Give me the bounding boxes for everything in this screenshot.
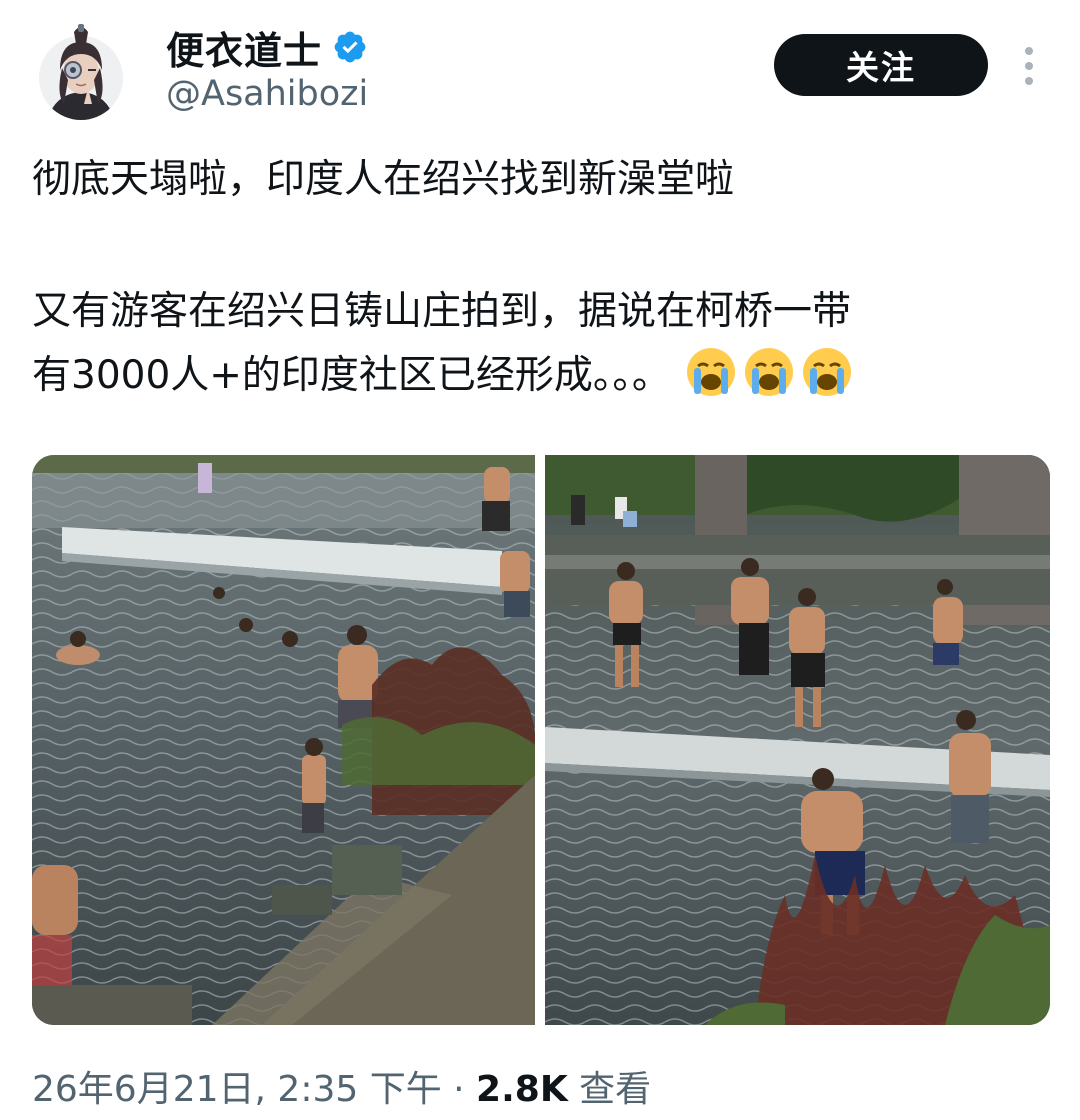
author-handle[interactable]: @Asahibozi [166, 74, 368, 114]
author-name-row[interactable]: 便衣道士 [166, 24, 368, 73]
river-swimmers-photo [32, 455, 535, 1025]
display-name[interactable]: 便衣道士 [166, 20, 322, 75]
meta-separator: · [441, 1069, 477, 1110]
post-text-span: 有3000人+的印度社区已经形成。。。 [32, 353, 671, 398]
more-dots-icon [1025, 47, 1033, 85]
loudly-crying-face-icon [802, 348, 851, 396]
media-photo-2[interactable] [545, 455, 1050, 1025]
post-text-line: 有3000人+的印度社区已经形成。。。 [32, 346, 1062, 406]
post-text-line: 又有游客在绍兴日铸山庄拍到，据说在柯桥一带 [32, 289, 852, 334]
avatar-icon [39, 24, 123, 120]
follow-button[interactable]: 关注 [774, 34, 988, 96]
post-timestamp[interactable]: 26年6月21日, 2:35 下午 [32, 1069, 442, 1110]
views-count[interactable]: 2.8K [476, 1069, 568, 1110]
tweet: 便衣道士 @Asahibozi 关注 彻底天塌啦，印度人在绍兴找到新澡堂啦 又有… [0, 0, 1080, 1120]
post-meta: 26年6月21日, 2:35 下午 · 2.8K 查看 [32, 1060, 651, 1112]
media-photo-1[interactable] [32, 455, 535, 1025]
verified-badge-icon [334, 31, 366, 63]
post-text-line: 彻底天塌啦，印度人在绍兴找到新澡堂啦 [32, 157, 735, 202]
loudly-crying-face-icon [686, 348, 735, 396]
river-weir-men-photo [545, 455, 1050, 1025]
views-label: 查看 [567, 1069, 652, 1110]
loudly-crying-face-icon [744, 348, 793, 396]
avatar[interactable] [38, 20, 124, 126]
more-options-button[interactable] [1016, 44, 1042, 88]
